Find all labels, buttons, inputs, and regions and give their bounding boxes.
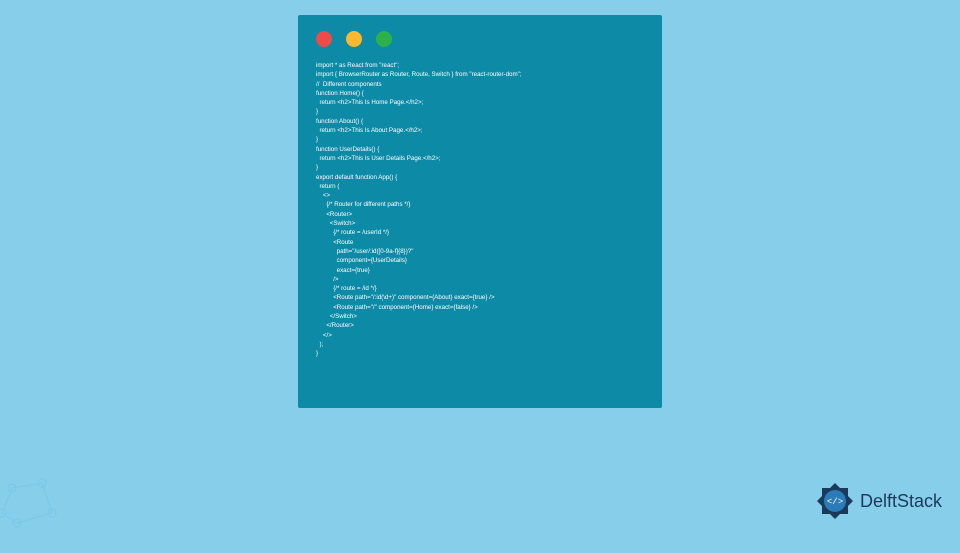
brand-name: DelftStack <box>860 491 942 512</box>
delftstack-icon: </> <box>814 480 856 522</box>
svg-text:</>: </> <box>827 497 843 507</box>
maximize-dot-icon <box>376 31 392 47</box>
brand-logo: </> DelftStack <box>814 480 942 522</box>
window-controls <box>298 15 662 47</box>
close-dot-icon <box>316 31 332 47</box>
code-window: import * as React from "react"; import {… <box>298 15 662 408</box>
background-decoration <box>0 468 72 548</box>
minimize-dot-icon <box>346 31 362 47</box>
code-block: import * as React from "react"; import {… <box>298 47 662 359</box>
